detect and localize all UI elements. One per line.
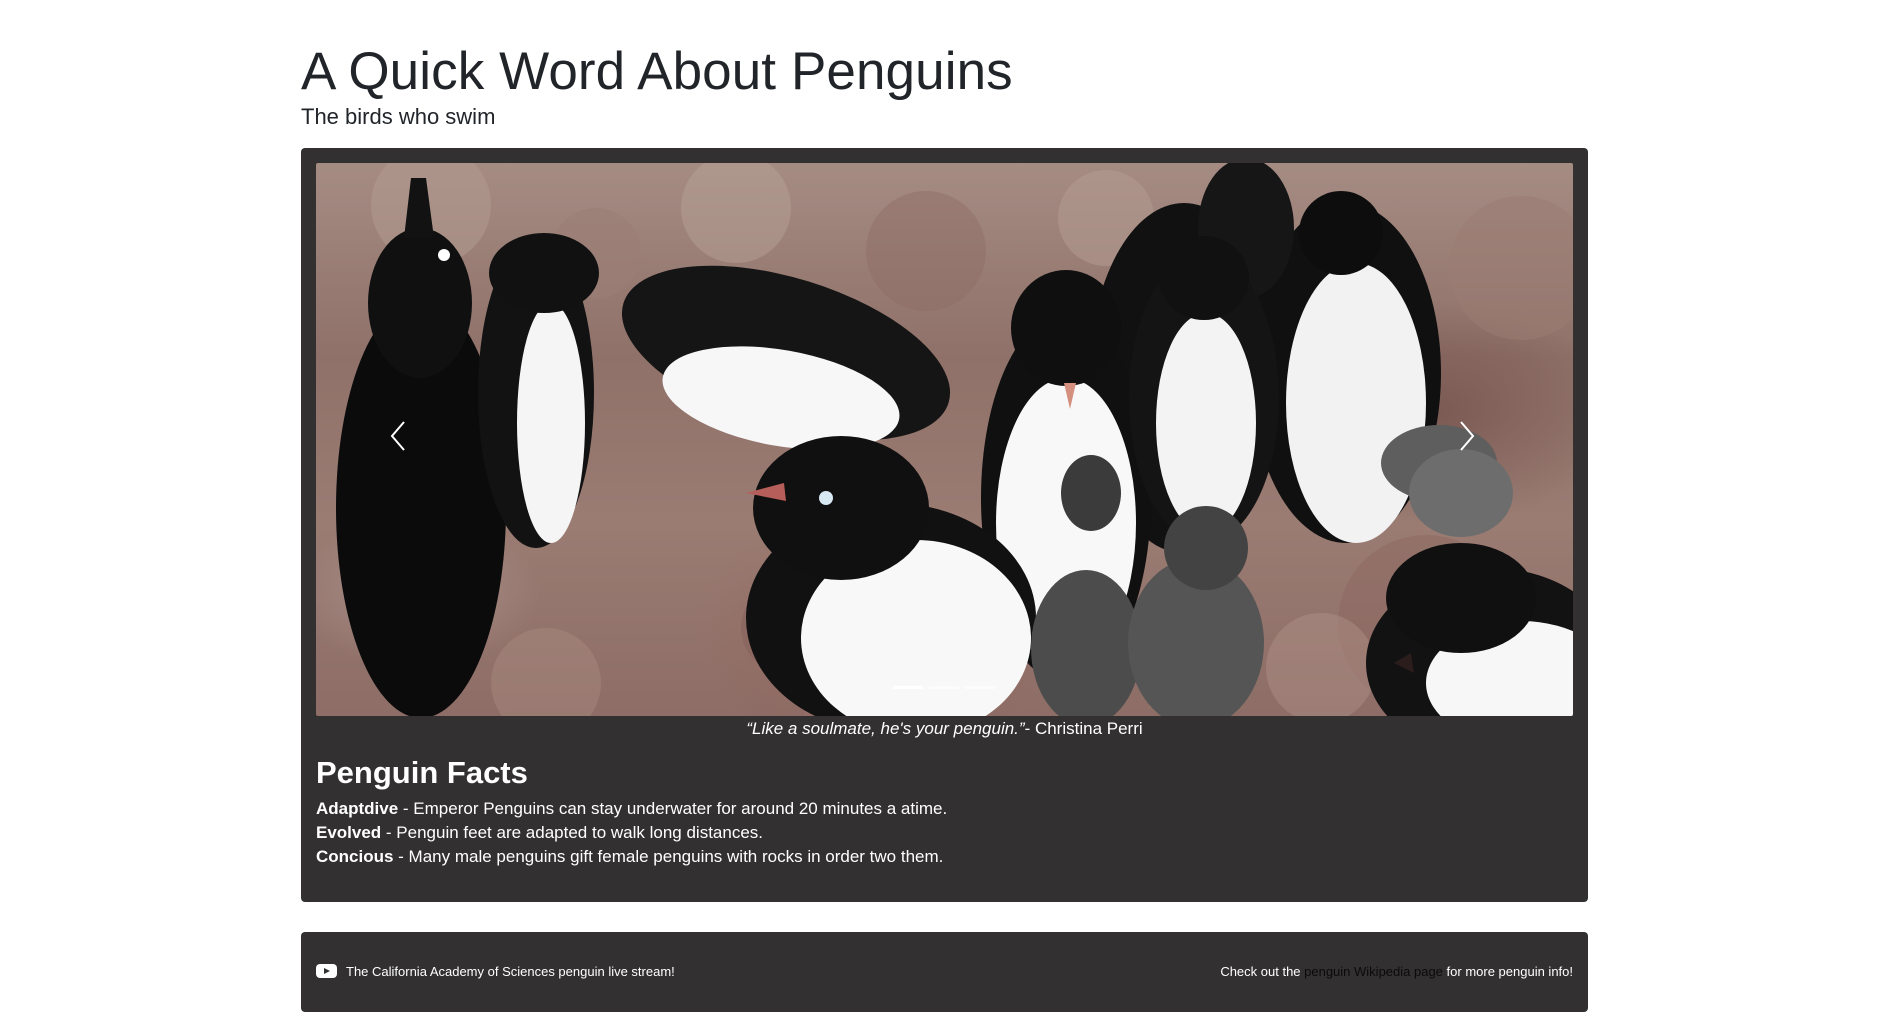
- carousel-next-button[interactable]: [1455, 418, 1503, 466]
- wikipedia-suffix: for more penguin info!: [1442, 964, 1573, 979]
- quote-author: - Christina Perri: [1024, 719, 1143, 738]
- carousel-indicators: [893, 686, 995, 689]
- penguin-carousel[interactable]: [316, 163, 1573, 716]
- fact-item-evolved: Evolved - Penguin feet are adapted to wa…: [316, 821, 947, 845]
- carousel-indicator-3[interactable]: [965, 686, 995, 689]
- fact-term: Concious: [316, 847, 394, 866]
- fact-text: - Penguin feet are adapted to walk long …: [381, 823, 764, 842]
- footer-livestream[interactable]: The California Academy of Sciences pengu…: [316, 963, 675, 979]
- fact-item-adaptdive: Adaptdive - Emperor Penguins can stay un…: [316, 797, 947, 821]
- fact-term: Evolved: [316, 823, 382, 842]
- fact-text: - Many male penguins gift female penguin…: [393, 847, 944, 866]
- youtube-icon[interactable]: [316, 963, 337, 979]
- fact-item-concious: Concious - Many male penguins gift femal…: [316, 845, 947, 869]
- quote-text: “Like a soulmate, he's your penguin.”: [746, 719, 1025, 738]
- facts-list: Adaptdive - Emperor Penguins can stay un…: [316, 797, 947, 869]
- wikipedia-prefix: Check out the: [1220, 964, 1305, 979]
- footer: The California Academy of Sciences pengu…: [301, 932, 1588, 1012]
- chevron-left-icon: [390, 421, 405, 451]
- fact-text: - Emperor Penguins can stay underwater f…: [398, 799, 948, 818]
- penguin-photo: [336, 163, 1573, 716]
- page-header: A Quick Word About Penguins The birds wh…: [301, 42, 1013, 132]
- wikipedia-link[interactable]: penguin Wikipedia page: [1304, 964, 1443, 979]
- penguin-quote: “Like a soulmate, he's your penguin.”- C…: [316, 718, 1573, 740]
- page: A Quick Word About Penguins The birds wh…: [0, 0, 1879, 1036]
- page-subtitle: The birds who swim: [301, 104, 496, 129]
- livestream-text[interactable]: The California Academy of Sciences pengu…: [346, 964, 675, 979]
- penguin-card: “Like a soulmate, he's your penguin.”- C…: [301, 148, 1588, 902]
- carousel-indicator-2[interactable]: [929, 686, 959, 689]
- carousel-prev-button[interactable]: [386, 418, 434, 466]
- fact-term: Adaptdive: [316, 799, 399, 818]
- carousel-indicator-1[interactable]: [893, 686, 923, 689]
- footer-wikipedia-note: Check out the penguin Wikipedia page for…: [1220, 963, 1573, 981]
- chevron-right-icon: [1460, 421, 1475, 451]
- page-title: A Quick Word About Penguins: [301, 42, 1013, 101]
- facts-title: Penguin Facts: [316, 755, 528, 790]
